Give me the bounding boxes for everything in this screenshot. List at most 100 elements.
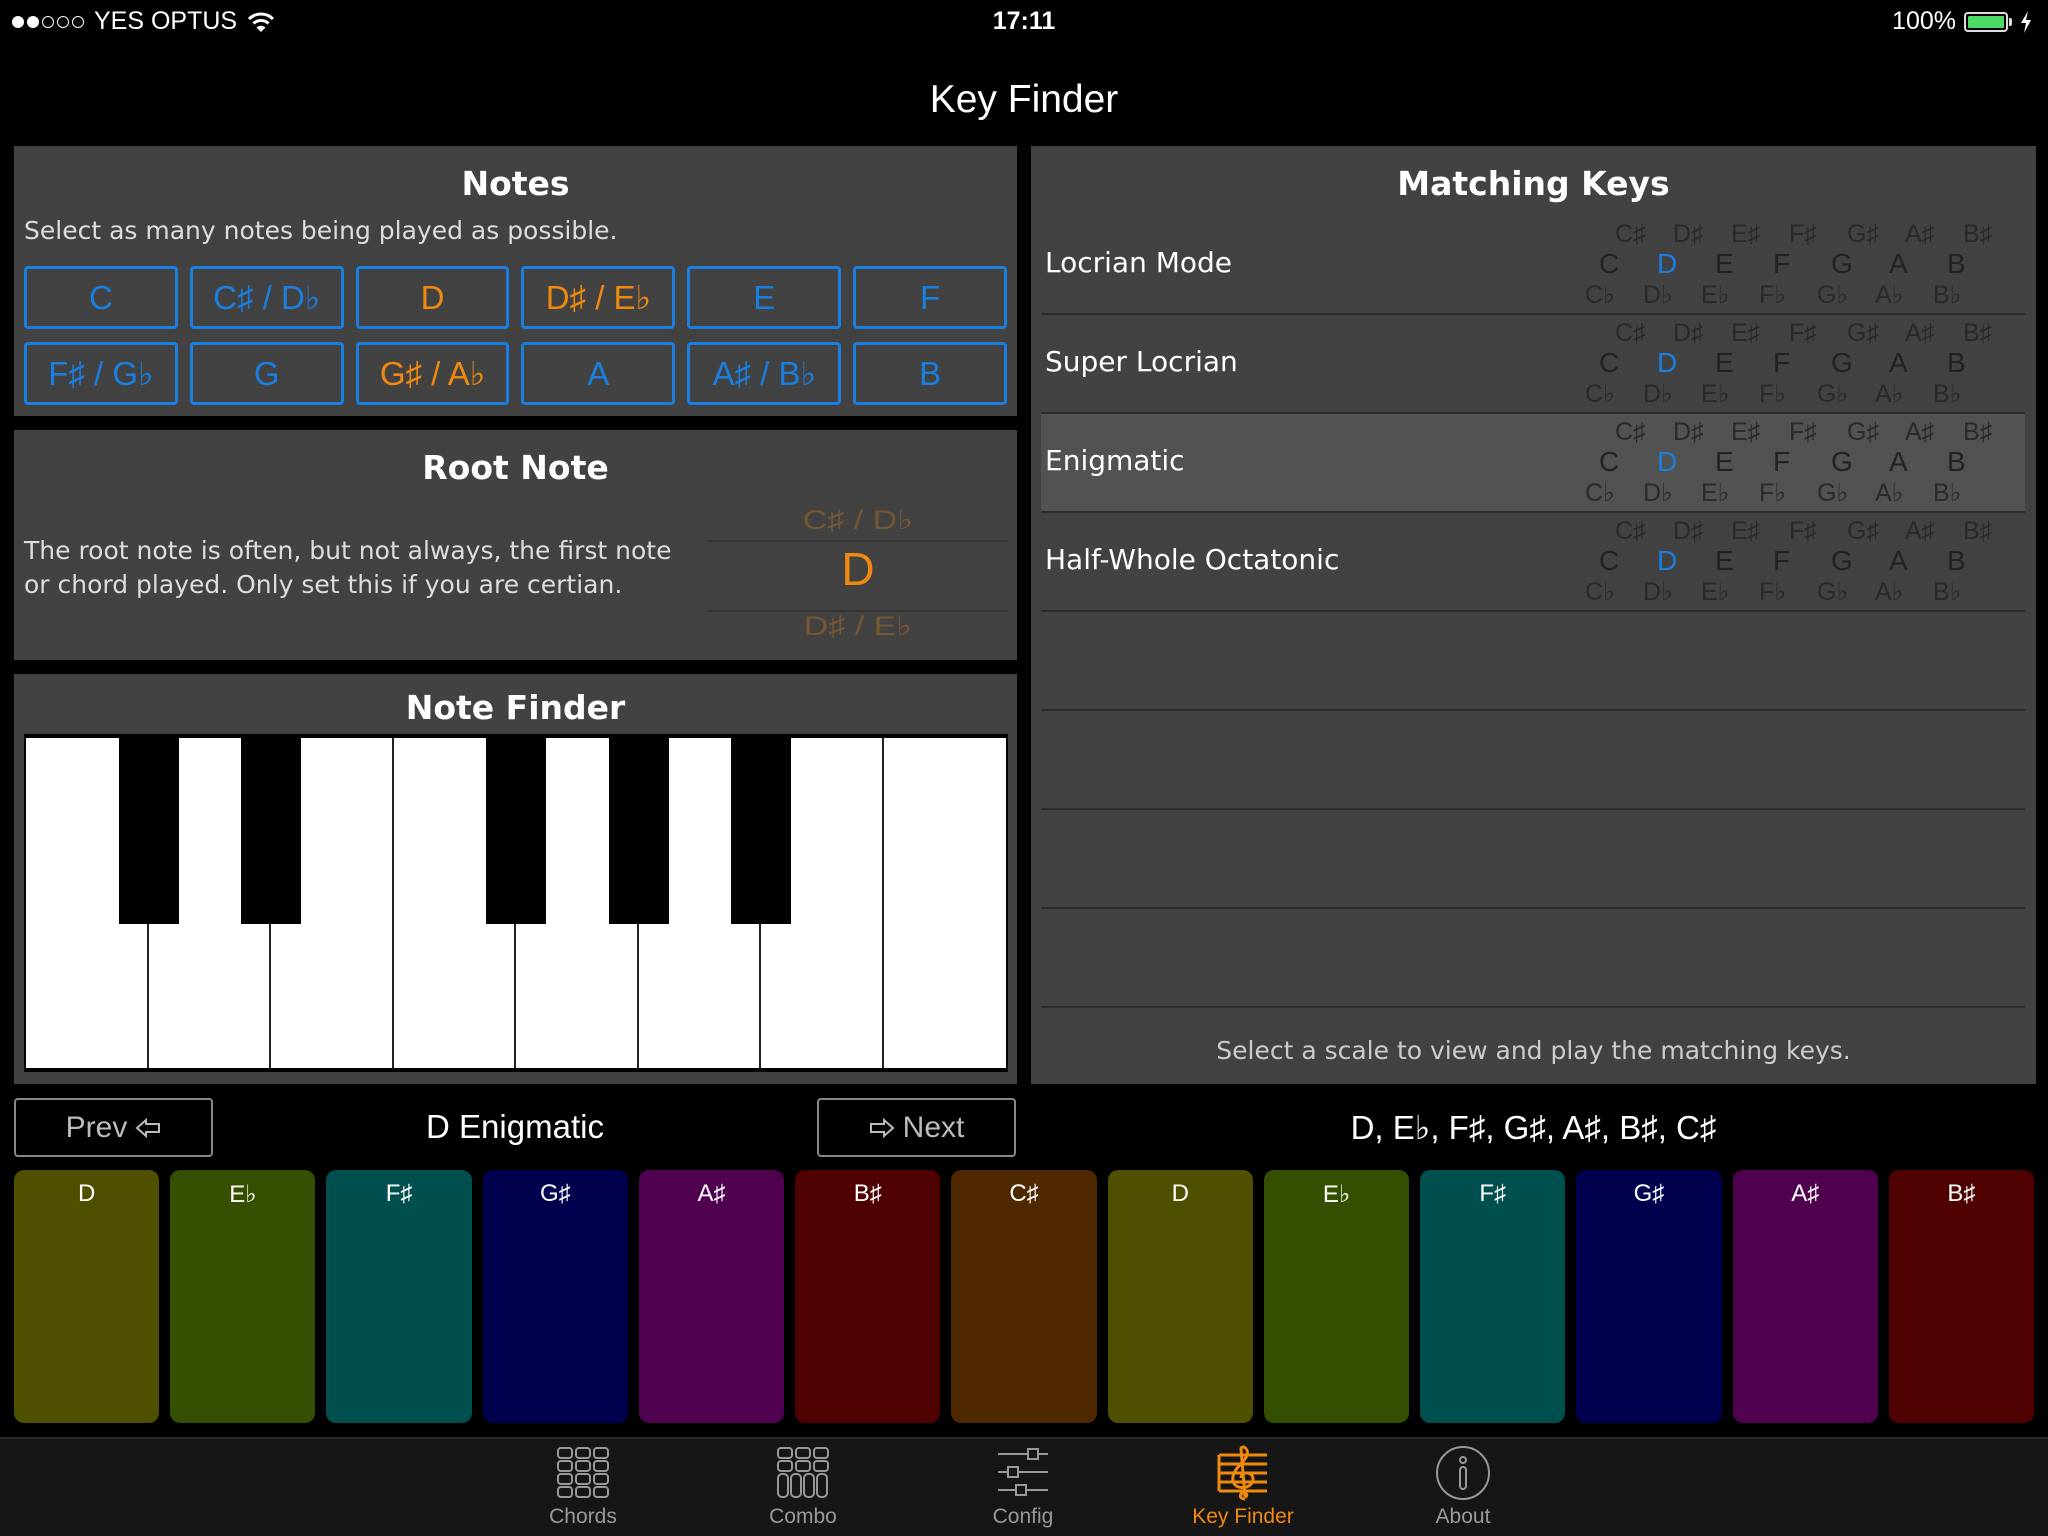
key-note: F [1773,545,1791,576]
note-pad[interactable]: E♭ [170,1170,316,1423]
next-scale-button[interactable]: Next [817,1098,1016,1157]
root-note-title: Root Note [422,448,609,487]
note-button[interactable]: F [853,266,1007,329]
key-note: D [1657,248,1678,279]
scale-row[interactable]: Super Locrian C♯ D♯ E♯ F♯ G♯ A♯ B♯ C D E F G A B C♭ D♭ E♭… [1041,315,2025,414]
piano-black-key[interactable] [608,738,669,924]
key-note: B♭ [1933,281,1962,309]
scale-row[interactable]: Half-Whole Octatonic C♯ D♯ E♯ F♯ G♯ A♯ B♯ C D E F G A… [1041,513,2025,612]
note-pad[interactable]: F♯ [326,1170,472,1423]
note-pad[interactable]: D [14,1170,160,1423]
key-note: C♭ [1585,578,1615,606]
key-note: F [1773,248,1791,279]
piano-white-key[interactable] [883,738,1006,1068]
pad-label: E♭ [229,1181,257,1208]
note-button[interactable]: C [24,266,178,329]
scale-name: Super Locrian [1045,345,1238,378]
picker-option-selected[interactable]: D [708,542,1008,596]
note-pad[interactable]: G♯ [1576,1170,1722,1423]
key-note: E [1715,446,1734,477]
pad-label: G♯ [1633,1180,1665,1207]
key-note: B♭ [1933,479,1962,507]
pad-label: F♯ [1479,1180,1507,1207]
key-note: G♭ [1817,281,1849,309]
pad-label: G♯ [539,1180,571,1207]
note-pad[interactable]: B♯ [795,1170,941,1423]
notes-panel-title: Notes [461,164,570,203]
key-note: A♭ [1875,281,1904,309]
note-button[interactable]: F♯ / G♭ [24,342,178,405]
note-pad[interactable]: E♭ [1263,1170,1410,1423]
note-button[interactable]: D [355,266,510,329]
scale-row[interactable]: Locrian Mode C♯ D♯ E♯ F♯ G♯ A♯ B♯ C D E F G A B C♭ D♭ E♭ F… [1041,216,2025,315]
scale-name: Enigmatic [1045,444,1185,477]
pad-label: B♯ [1947,1180,1976,1207]
note-button[interactable]: D♯ / E♭ [521,266,676,329]
battery-icon [1964,11,2008,32]
key-note: F♭ [1759,578,1787,606]
note-pad[interactable]: B♯ [1888,1170,2035,1423]
matching-keys-hint: Select a scale to view and play the matc… [1216,1036,1851,1065]
pad-label: F♯ [385,1180,413,1207]
note-pad[interactable]: F♯ [1420,1170,1566,1423]
note-pad[interactable]: A♯ [638,1170,785,1423]
key-note: B [1947,347,1966,378]
piano-black-key[interactable] [731,738,791,924]
piano-keyboard [24,734,1008,1072]
piano-black-key[interactable] [486,738,546,924]
note-pad[interactable]: G♯ [482,1170,628,1423]
key-note: C♭ [1585,281,1615,309]
prev-label: Prev [65,1110,128,1144]
pad-label: B♯ [853,1180,882,1207]
key-note: A [1889,446,1908,477]
key-note: E♭ [1701,281,1730,309]
note-pad[interactable]: A♯ [1732,1170,1878,1423]
key-note: B [1947,446,1966,477]
arrow-left-icon [135,1117,161,1138]
key-note: E [1715,545,1734,576]
key-note: B [1947,545,1966,576]
tab-label: Combo [769,1505,837,1528]
tab-combo[interactable]: Combo [728,1445,878,1535]
pad-label: E♭ [1322,1181,1351,1208]
note-button[interactable]: G [189,342,344,405]
key-note: D [1657,446,1678,477]
piano-black-key[interactable] [118,738,179,924]
key-note: D♭ [1643,578,1673,606]
note-pad[interactable]: C♯ [951,1170,1097,1423]
note-button[interactable]: A [521,342,676,405]
key-note: D♭ [1643,380,1673,408]
notes-panel: Notes Select as many notes being played … [14,146,1017,416]
tab-chords[interactable]: Chords [508,1445,658,1535]
pad-label: D [1171,1180,1189,1207]
key-note: C♭ [1585,380,1615,408]
key-note: F♭ [1759,281,1787,309]
arrow-right-icon [869,1117,895,1138]
note-button[interactable]: A♯ / B♭ [687,342,842,405]
piano-black-key[interactable] [241,738,301,924]
note-pad[interactable]: D [1107,1170,1253,1423]
status-bar: YES OPTUS 17:11 100% [0,0,2048,42]
empty-row [1041,711,2025,810]
note-button[interactable]: G♯ / A♭ [355,342,510,405]
tab-label: Config [992,1505,1054,1528]
scale-row[interactable]: Enigmatic C♯ D♯ E♯ F♯ G♯ A♯ B♯ C D E F G A B C♭ D♭ E♭ F♭ G♭… [1041,414,2025,513]
battery-percent: 100% [1892,7,1956,35]
key-note: E [1715,248,1734,279]
empty-row [1041,909,2025,1008]
tab-key-finder[interactable]: Key Finder [1168,1445,1318,1535]
key-note: C♭ [1585,479,1615,507]
tab-about[interactable]: About [1388,1445,1538,1535]
picker-option-previous[interactable]: C♯ / D♭ [708,504,1008,536]
tab-config[interactable]: Config [948,1445,1098,1535]
note-button[interactable]: E [687,266,842,329]
note-button[interactable]: B [853,342,1007,405]
key-note: G♭ [1817,380,1849,408]
prev-scale-button[interactable]: Prev [14,1098,213,1157]
empty-row [1041,810,2025,909]
key-note: E♭ [1701,380,1730,408]
picker-option-next[interactable]: D♯ / E♭ [708,610,1008,642]
root-note-picker[interactable]: C♯ / D♭ D D♯ / E♭ [708,502,1008,652]
note-button[interactable]: C♯ / D♭ [189,266,344,329]
note-button-grid: C C♯ / D♭ D D♯ / E♭ E F F♯ / G♭ G G♯ / A♭ A A♯ / B… [24,266,1007,405]
